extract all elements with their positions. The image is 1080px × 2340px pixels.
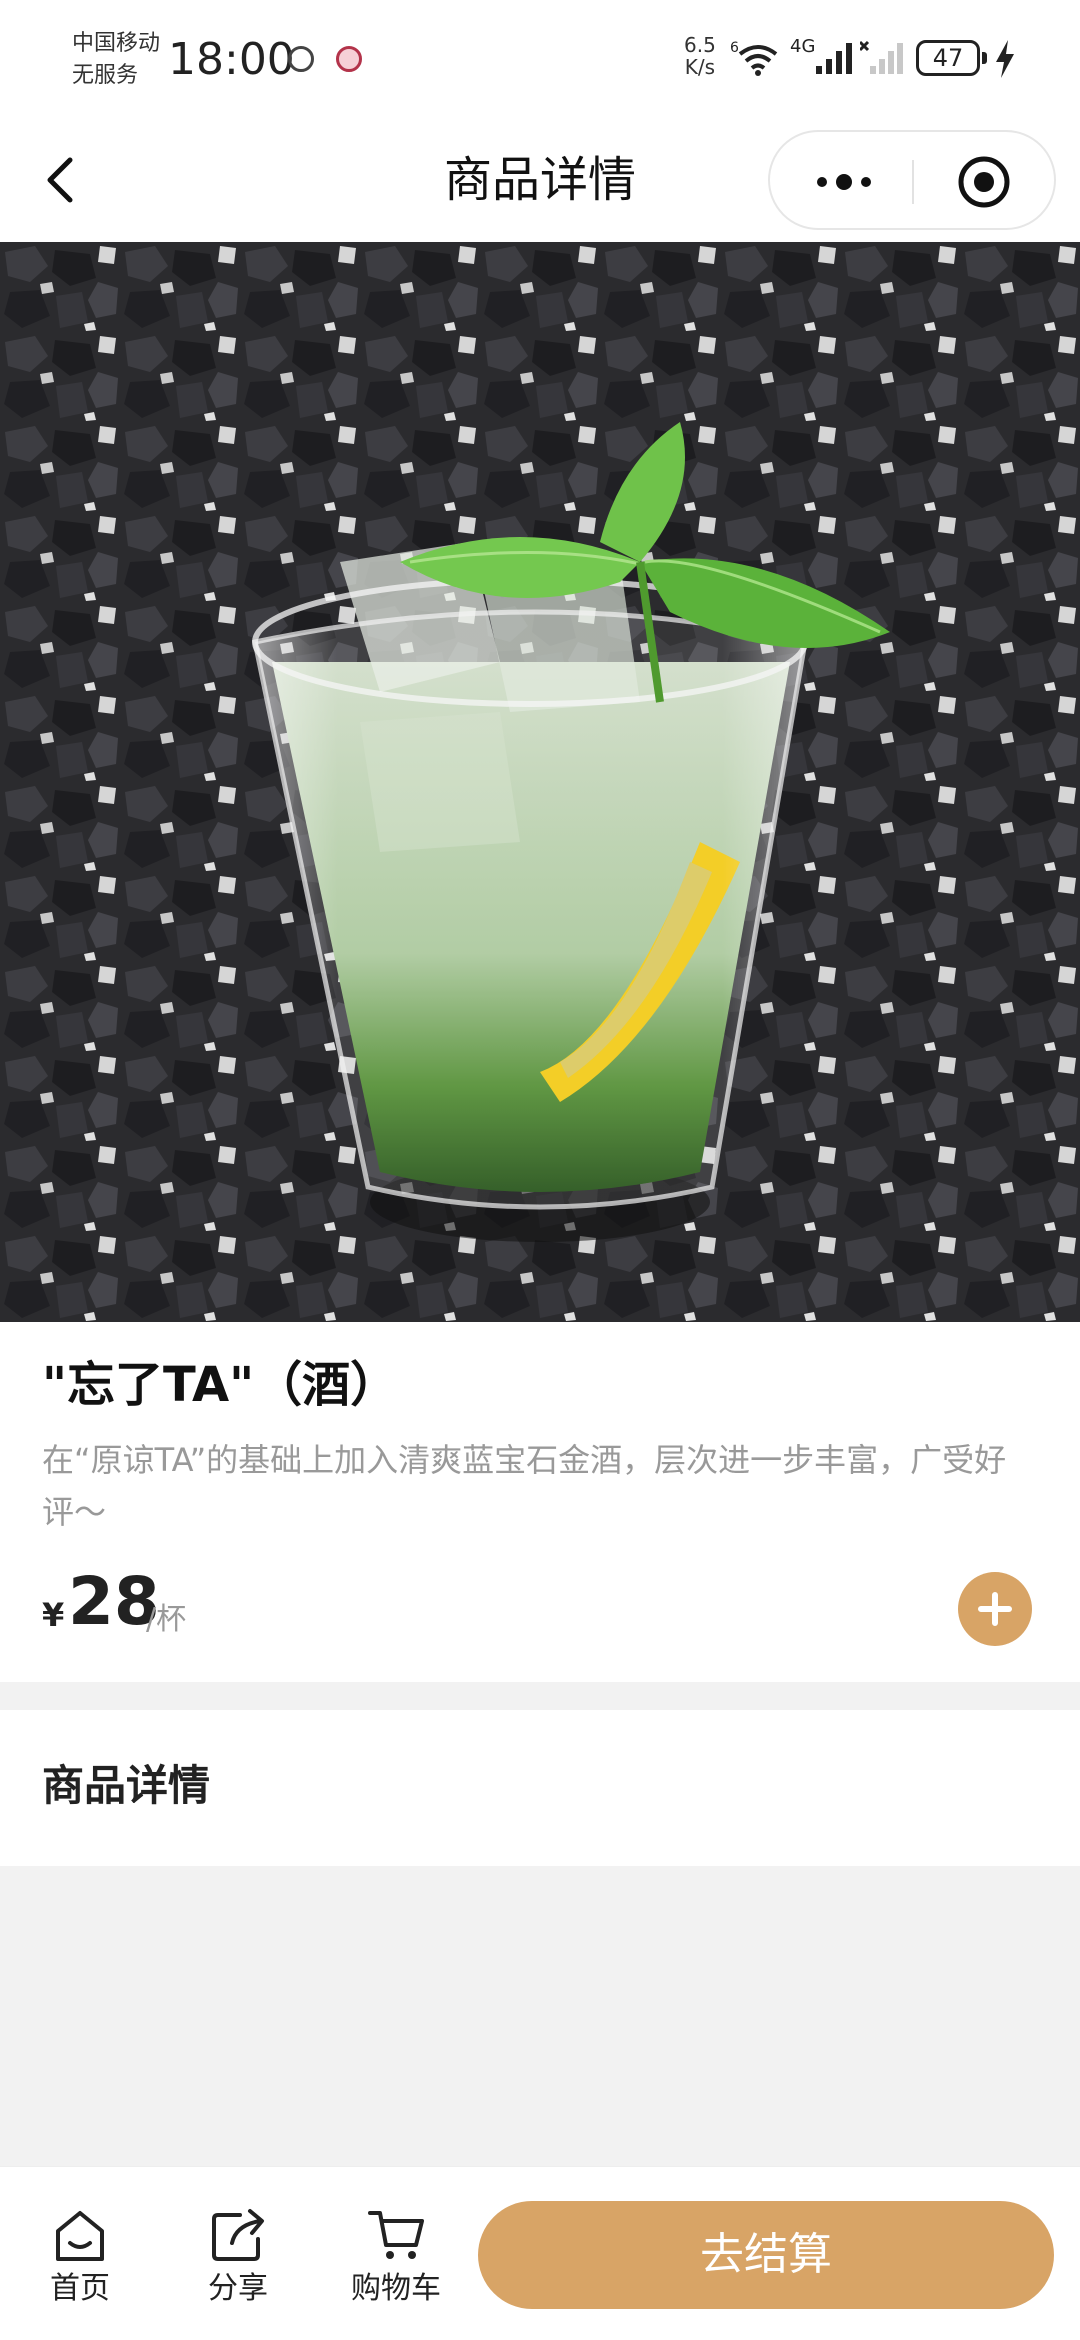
status-time: 18:00 xyxy=(168,34,295,85)
back-icon[interactable] xyxy=(40,152,80,208)
status-bar: 中国移动 无服务 18:00 6.5 K/s 6 4G 47 xyxy=(0,0,1080,118)
navigation-bar: 商品详情 xyxy=(0,118,1080,242)
home-icon xyxy=(56,2211,104,2261)
tab-cart-label: 购物车 xyxy=(351,2271,441,2306)
details-heading: 商品详情 xyxy=(42,1761,211,1810)
tab-home-label: 首页 xyxy=(50,2271,110,2306)
capsule-divider xyxy=(912,160,914,204)
product-image xyxy=(0,242,1080,1322)
carrier-status: 无服务 xyxy=(72,63,139,88)
product-description: 在“原谅TA”的基础上加入清爽蓝宝石金酒，层次进一步丰富，广受好评～ xyxy=(42,1441,1007,1531)
share-icon xyxy=(212,2209,264,2261)
tab-share[interactable]: 分享 xyxy=(178,2205,298,2315)
product-info-card: "忘了TA"（酒） 在“原谅TA”的基础上加入清爽蓝宝石金酒，层次进一步丰富，广… xyxy=(0,1322,1080,1682)
notification-app-icon xyxy=(336,46,362,72)
add-to-cart-button[interactable] xyxy=(958,1572,1032,1646)
mint-lemon-drink-photo-icon xyxy=(0,242,1080,1322)
price-row: ¥ 28 /杯 xyxy=(42,1562,442,1642)
more-options-icon[interactable] xyxy=(804,158,884,206)
carrier-info: 中国移动 无服务 xyxy=(72,28,160,92)
wifi-icon: 6 xyxy=(730,40,778,76)
tab-home[interactable]: 首页 xyxy=(20,2205,140,2315)
charging-icon xyxy=(996,40,1014,78)
page-title: 商品详情 xyxy=(443,152,636,208)
mini-program-capsule xyxy=(768,130,1056,230)
cart-icon xyxy=(368,2211,424,2259)
wifi-badge: 6 xyxy=(730,40,739,56)
checkout-button[interactable]: 去结算 xyxy=(478,2201,1054,2309)
tab-share-label: 分享 xyxy=(208,2271,268,2306)
currency-symbol: ¥ xyxy=(42,1596,65,1634)
bottom-bar: 首页 分享 购物车 去结算 xyxy=(0,2166,1080,2340)
notification-app-icon xyxy=(288,46,314,72)
network-speed: 6.5 K/s xyxy=(684,33,716,79)
signal-no-service-icon xyxy=(860,40,903,74)
tab-cart[interactable]: 购物车 xyxy=(336,2205,456,2315)
product-name: "忘了TA"（酒） xyxy=(42,1357,399,1413)
battery-indicator: 47 xyxy=(916,40,980,76)
plus-icon xyxy=(978,1592,1012,1626)
price-unit: /杯 xyxy=(146,1602,187,1637)
carrier-name: 中国移动 xyxy=(72,31,161,56)
signal-icon xyxy=(816,43,852,74)
battery-tip xyxy=(982,52,987,64)
details-section: 商品详情 xyxy=(0,1710,1080,1866)
close-mini-program-icon[interactable] xyxy=(956,154,1012,210)
